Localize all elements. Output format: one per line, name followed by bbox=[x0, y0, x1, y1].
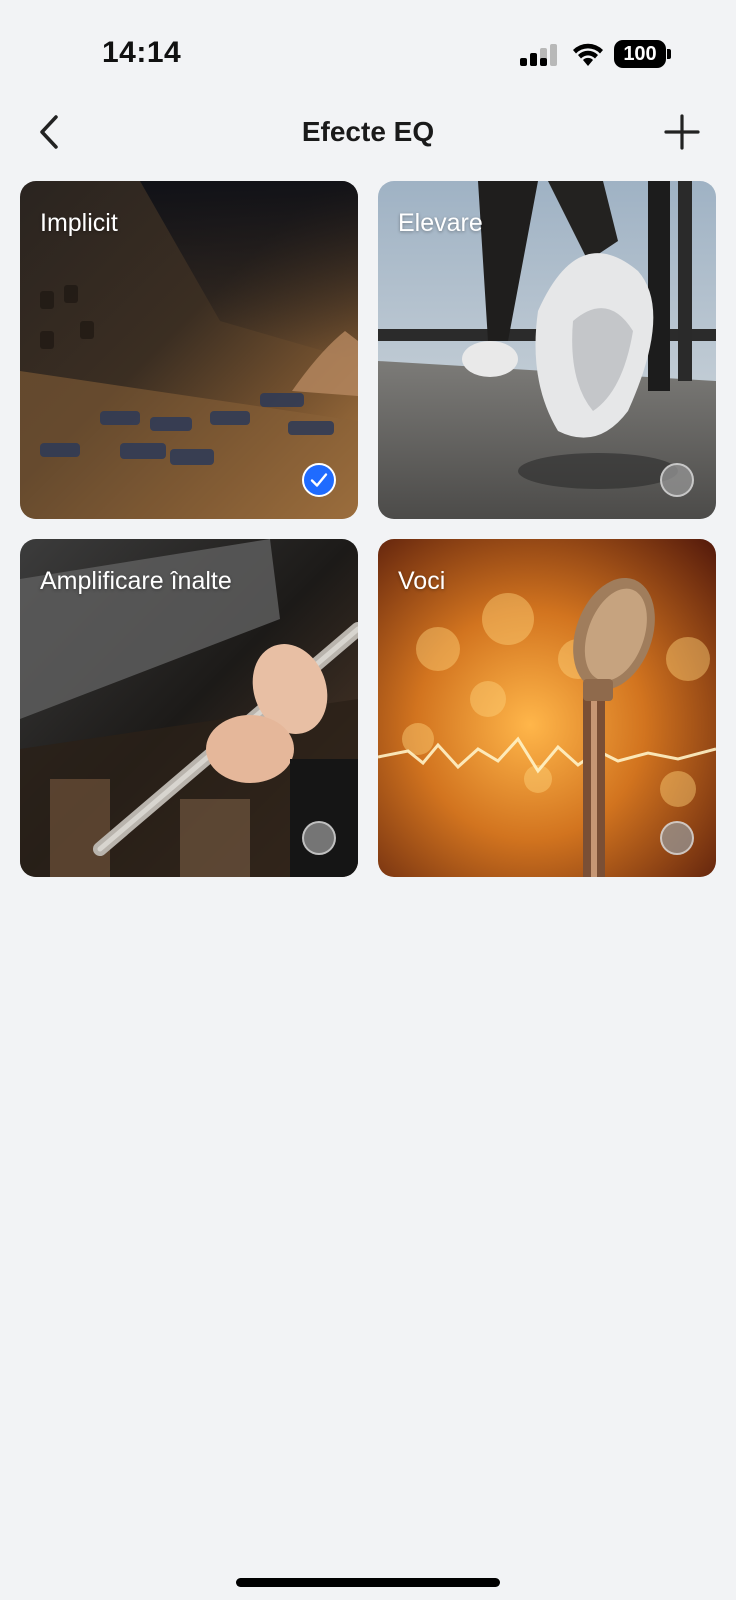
battery-level: 100 bbox=[623, 42, 657, 65]
unselected-radio-icon[interactable] bbox=[660, 821, 694, 855]
preset-label: Voci bbox=[398, 567, 446, 595]
preset-label: Amplificare înalte bbox=[40, 567, 232, 595]
add-preset-button[interactable] bbox=[660, 110, 704, 154]
page-title: Efecte EQ bbox=[301, 116, 435, 147]
preset-card-elevare[interactable]: Elevare bbox=[378, 181, 716, 519]
unselected-radio-icon[interactable] bbox=[302, 821, 336, 855]
unselected-radio-icon[interactable] bbox=[660, 463, 694, 497]
battery-icon: 100 bbox=[614, 40, 666, 68]
cellular-signal-icon bbox=[520, 44, 557, 66]
eq-preset-grid: Implicit Elevare Amplificare înalte Voci bbox=[20, 181, 716, 877]
selected-checkmark-icon[interactable] bbox=[302, 463, 336, 497]
preset-card-implicit[interactable]: Implicit bbox=[20, 181, 358, 519]
plus-icon bbox=[664, 114, 700, 150]
status-time: 14:14 bbox=[102, 36, 182, 69]
home-indicator[interactable] bbox=[236, 1578, 500, 1587]
wifi-icon bbox=[573, 43, 603, 66]
checkmark-icon bbox=[310, 473, 328, 487]
status-bar: 14:14 100 bbox=[0, 0, 736, 100]
battery-tip bbox=[667, 49, 671, 59]
preset-label: Implicit bbox=[40, 209, 118, 237]
preset-card-voci[interactable]: Voci bbox=[378, 539, 716, 877]
nav-header: Efecte EQ bbox=[0, 100, 736, 164]
preset-card-amplificare-inalte[interactable]: Amplificare înalte bbox=[20, 539, 358, 877]
preset-label: Elevare bbox=[398, 209, 483, 237]
